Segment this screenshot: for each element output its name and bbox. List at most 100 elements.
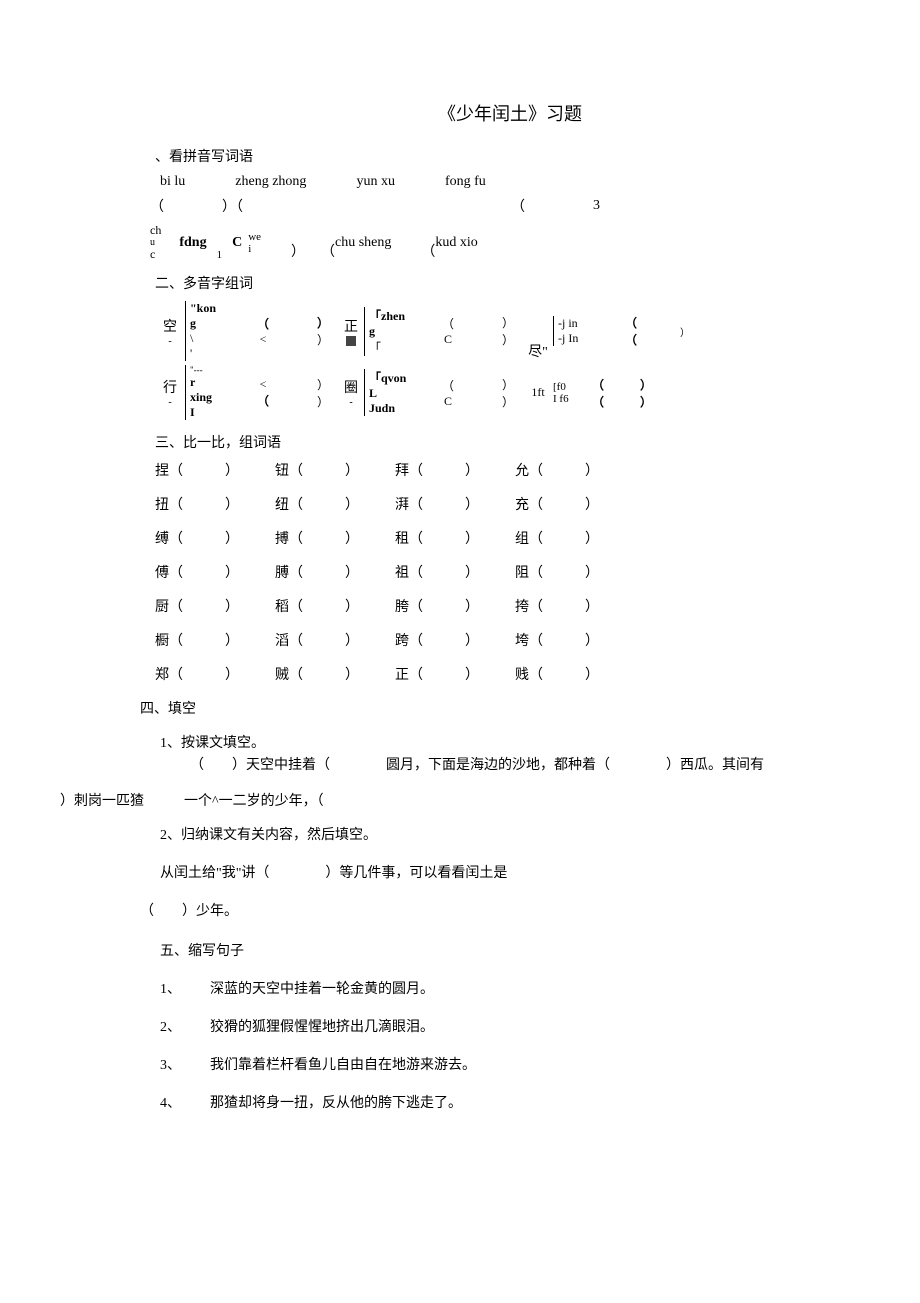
txt: xing xyxy=(188,390,248,405)
p: （ xyxy=(442,315,454,332)
p: C xyxy=(444,332,452,347)
item-text: 深蓝的天空中挂着一轮金黄的圆月。 xyxy=(210,978,434,998)
p: ） xyxy=(317,331,329,348)
frag: C xyxy=(232,235,242,251)
char: 尽" xyxy=(528,341,548,361)
p: ） xyxy=(502,376,514,393)
paren-col: ） ） xyxy=(493,314,523,348)
p: （ xyxy=(625,331,637,348)
compare-cell: 捏（ ） xyxy=(155,460,275,480)
section1-header: 、看拼音写词语 xyxy=(155,146,860,166)
compare-cell: 纽（ ） xyxy=(275,494,395,514)
q1-text: （ ）天空中挂着（ 圆月，下面是海边的沙地，都种着（ ）西瓜。其间有 xyxy=(190,752,860,780)
q2-text-b: （ ）少年。 xyxy=(140,900,860,920)
paren-col: （ C xyxy=(433,377,463,409)
p: ） xyxy=(640,376,652,393)
compare-cell: 充（ ） xyxy=(515,494,635,514)
compare-cell: 郑（ ） xyxy=(155,664,275,684)
txt: -j In xyxy=(556,331,616,346)
pinyin: fong fu xyxy=(445,174,486,190)
compare-cell: 挎（ ） xyxy=(515,596,635,616)
frag: ch u c xyxy=(150,224,161,261)
txt: g xyxy=(188,316,248,331)
txt: Judn xyxy=(367,401,433,416)
paren-col: （ （ xyxy=(583,376,613,410)
p: （ xyxy=(442,377,454,394)
pinyin: zheng zhong xyxy=(235,174,306,190)
compare-row: 傅（ ）膊（ ）祖（ ）阻（ ） xyxy=(155,562,860,582)
p: ） xyxy=(317,314,329,331)
compare-cell: 跨（ ） xyxy=(395,630,515,650)
p: < xyxy=(260,377,267,392)
shrink-list: 1、深蓝的天空中挂着一轮金黄的圆月。2、狡猾的狐狸假惺惺地挤出几滴眼泪。3、我们… xyxy=(60,978,860,1112)
compare-row: 缚（ ）搏（ ）租（ ）组（ ） xyxy=(155,528,860,548)
paren-col: ） xyxy=(670,324,700,339)
p: C xyxy=(444,394,452,409)
p: ） xyxy=(640,393,652,410)
txt: 「qvon xyxy=(367,369,433,386)
txt: \ xyxy=(188,331,248,346)
poly-char: 1ft xyxy=(523,385,553,400)
poly-pron: 「zhen g 「 xyxy=(364,307,433,356)
poly-char: 正 xyxy=(338,316,364,346)
paren: （ xyxy=(150,196,164,216)
compare-cell: 傅（ ） xyxy=(155,562,275,582)
item-text: 我们靠着栏杆看鱼儿自由自在地游来游去。 xyxy=(210,1054,476,1074)
item-number: 4、 xyxy=(160,1092,210,1112)
item-number: 1、 xyxy=(160,978,210,998)
txt: i xyxy=(248,243,261,255)
compare-cell: 橱（ ） xyxy=(155,630,275,650)
poly-char: 尽" xyxy=(523,341,553,361)
page-title: 《少年闰土》习题 xyxy=(160,100,860,126)
shrink-row: 1、深蓝的天空中挂着一轮金黄的圆月。 xyxy=(160,978,860,998)
compare-cell: 贼（ ） xyxy=(275,664,395,684)
compare-cell: 厨（ ） xyxy=(155,596,275,616)
txt: "kon xyxy=(188,301,248,316)
p: （ xyxy=(257,392,269,409)
char: 行 xyxy=(163,377,177,397)
compare-cell: 阻（ ） xyxy=(515,562,635,582)
char: 1ft xyxy=(531,385,544,400)
p: ） xyxy=(680,324,690,339)
poly-row: 空 - "kon g \ ' （ < ） ） 正 「zhen g 「 （ C xyxy=(155,301,860,361)
compare-row: 橱（ ）滔（ ）跨（ ）垮（ ） xyxy=(155,630,860,650)
compare-cell: 组（ ） xyxy=(515,528,635,548)
section5-header: 五、缩写句子 xyxy=(160,940,860,960)
compare-cell: 缚（ ） xyxy=(155,528,275,548)
frag: kud xio xyxy=(435,235,477,251)
frag: chu sheng xyxy=(335,235,391,251)
paren: （ xyxy=(421,241,435,261)
pinyin: yun xu xyxy=(356,174,395,190)
compare-cell: 搏（ ） xyxy=(275,528,395,548)
pinyin: bi lu xyxy=(160,174,185,190)
poly-pron: "kon g \ ' xyxy=(185,301,248,361)
item-number: 3、 xyxy=(160,1054,210,1074)
poly-pron: 「qvon L Judn xyxy=(364,369,433,416)
poly-pron: [f0 I f6 xyxy=(553,381,583,405)
section4-header: 四、填空 xyxy=(140,698,860,718)
paren-col: （ C xyxy=(433,315,463,347)
compare-cell: 湃（ ） xyxy=(395,494,515,514)
paren-col: ） ） xyxy=(308,314,338,348)
p: （ xyxy=(625,314,637,331)
txt: [f0 xyxy=(553,381,583,393)
paren: （ xyxy=(321,241,335,261)
q2-text-a: 从闰土给"我"讲（ ）等几件事，可以看看闰土是 xyxy=(160,862,860,882)
paren-col: ） ） xyxy=(308,376,338,410)
txt: ' xyxy=(188,346,248,361)
char: 圈 xyxy=(344,377,358,397)
txt: g xyxy=(367,324,433,339)
txt: "--- xyxy=(188,365,248,375)
shrink-row: 4、那猹却将身一扭，反从他的胯下逃走了。 xyxy=(160,1092,860,1112)
item-number: 2、 xyxy=(160,1016,210,1036)
compare-cell: 稻（ ） xyxy=(275,596,395,616)
compare-grid: 捏（ ）钮（ ）拜（ ）允（ ）扭（ ）纽（ ）湃（ ）充（ ）缚（ ）搏（ ）… xyxy=(60,460,860,684)
txt: I f6 xyxy=(553,393,583,405)
txt: r xyxy=(188,375,248,390)
poly-pron: -j in -j In xyxy=(553,316,616,346)
shrink-row: 3、我们靠着栏杆看鱼儿自由自在地游来游去。 xyxy=(160,1054,860,1074)
char: 正 xyxy=(344,316,358,336)
p: < xyxy=(260,332,267,347)
compare-row: 捏（ ）钮（ ）拜（ ）允（ ） xyxy=(155,460,860,480)
txt: ch xyxy=(150,224,161,237)
